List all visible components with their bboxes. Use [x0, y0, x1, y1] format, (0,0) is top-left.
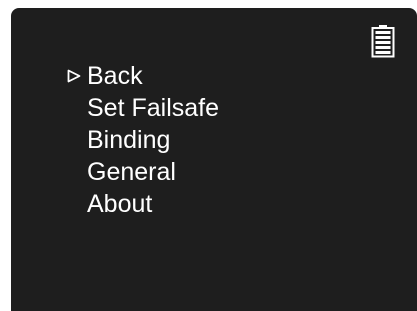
menu-item-about[interactable]: About — [11, 188, 219, 220]
menu-item-label: Back — [87, 62, 143, 90]
menu-item-binding[interactable]: Binding — [11, 124, 219, 156]
battery-full-icon — [371, 25, 395, 58]
menu-item-label: About — [87, 190, 153, 218]
menu-item-general[interactable]: General — [11, 156, 219, 188]
main-menu: Back Set Failsafe Binding General About — [11, 60, 219, 220]
device-screen: Back Set Failsafe Binding General About — [11, 8, 417, 311]
menu-item-label: General — [87, 158, 176, 186]
menu-item-back[interactable]: Back — [11, 60, 219, 92]
menu-item-label: Binding — [87, 126, 171, 154]
menu-item-label: Set Failsafe — [87, 94, 220, 122]
menu-item-set-failsafe[interactable]: Set Failsafe — [11, 92, 219, 124]
selection-cursor-icon — [67, 69, 81, 83]
